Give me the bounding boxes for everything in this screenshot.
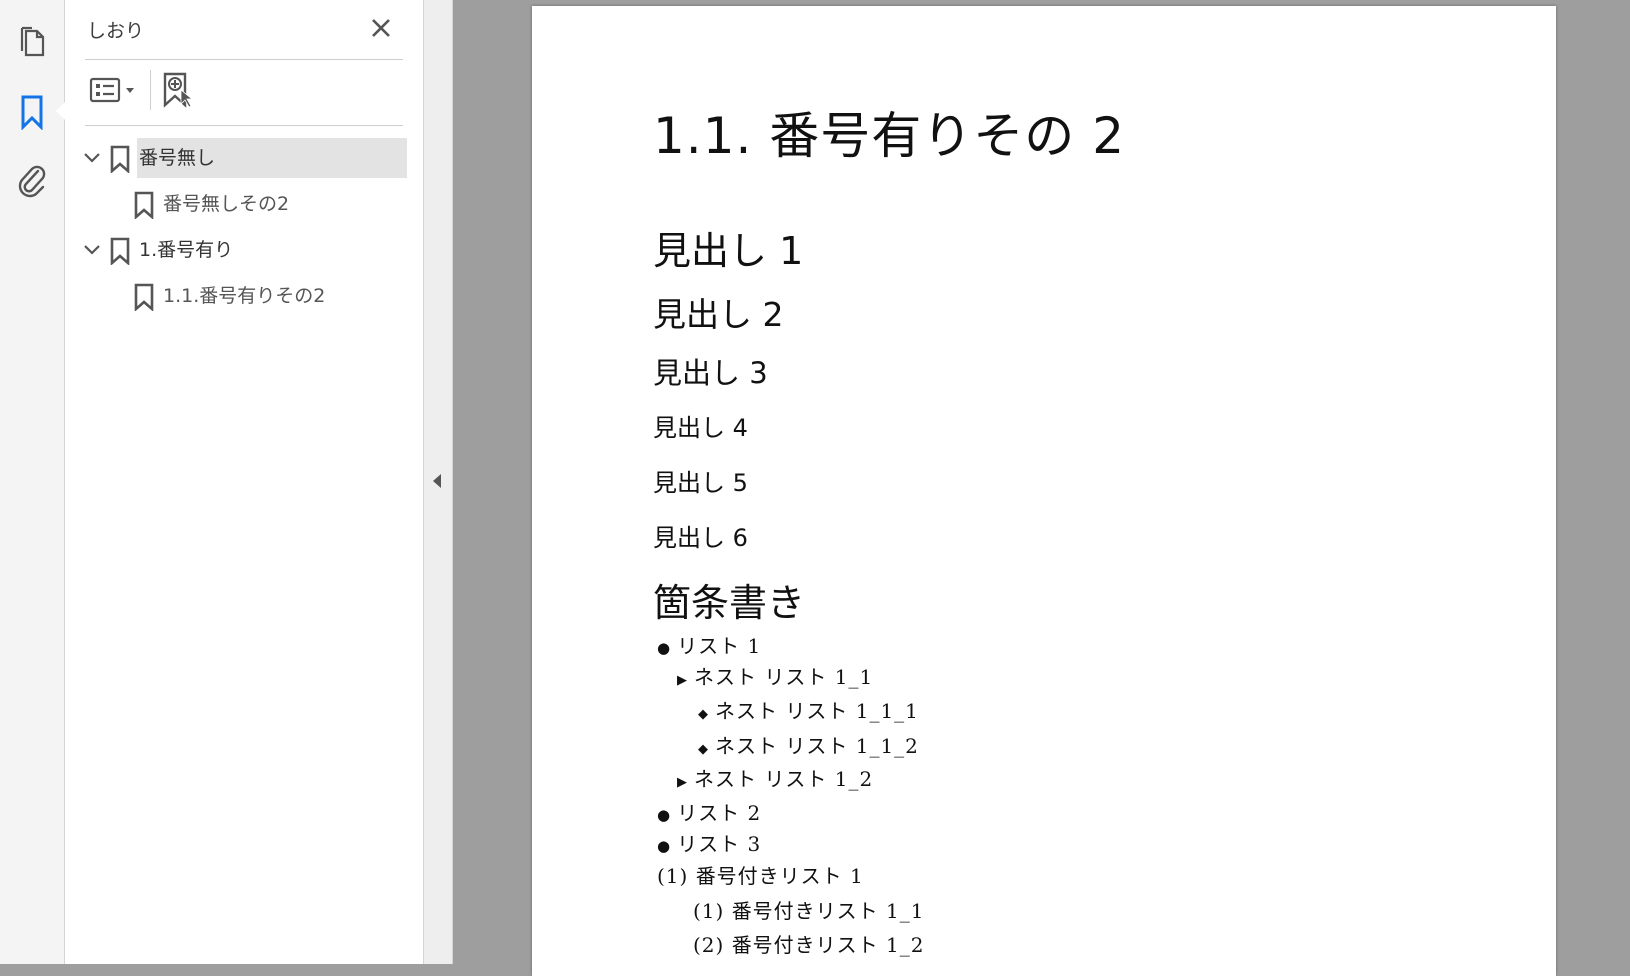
chevron-down-icon[interactable] [80, 146, 104, 170]
list-item: ◆ ネスト リスト 1_1_2 [698, 734, 919, 758]
panel-splitter[interactable] [424, 0, 453, 964]
heading-4: 見出し 4 [653, 414, 748, 442]
list-options-icon [89, 77, 134, 103]
new-bookmark-icon [163, 72, 194, 108]
bookmark-icon [108, 144, 132, 174]
bullet-marker: ▶ [677, 673, 688, 688]
document-page[interactable]: 1.1. 番号有りその 2 見出し 1 見出し 2 見出し 3 見出し 4 見出… [532, 6, 1556, 976]
heading-2: 見出し 2 [653, 295, 784, 334]
page-thumbnails-button[interactable] [0, 16, 64, 68]
bullet-marker: ◆ [698, 707, 709, 722]
list-heading: 箇条書き [653, 581, 806, 625]
bullet-marker: ◆ [698, 742, 709, 757]
list-item: ▶ ネスト リスト 1_2 [677, 767, 874, 791]
bookmark-item[interactable]: 番号無し [77, 138, 479, 178]
bookmark-item[interactable]: 番号無しその2 [77, 184, 479, 224]
active-tab-pointer [56, 102, 65, 120]
list-item: ▶ ネスト リスト 1_1 [677, 665, 874, 689]
numbered-list-item: (1) 番号付きリスト 1_1 [693, 899, 925, 923]
heading-3: 見出し 3 [653, 356, 768, 390]
paperclip-icon [18, 165, 46, 198]
list-item: ● リスト 1 [657, 634, 762, 658]
collapse-panel-icon[interactable] [433, 474, 441, 488]
bullet-marker: ● [657, 806, 672, 824]
options-menu-button[interactable] [85, 68, 141, 112]
list-item: ◆ ネスト リスト 1_1_1 [698, 699, 919, 723]
close-panel-button[interactable] [365, 12, 397, 44]
bookmark-label: 1.番号有り [139, 239, 234, 261]
numbered-list-item: (1) 番号付きリスト 1 [657, 864, 864, 888]
chevron-down-icon[interactable] [80, 238, 104, 262]
numbered-list-item: (2) 番号付きリスト 1_2 [693, 933, 925, 957]
heading-1: 見出し 1 [653, 229, 804, 273]
heading-5: 見出し 5 [653, 469, 748, 497]
bullet-marker: ▶ [677, 775, 688, 790]
bookmark-item[interactable]: 1.番号有り [77, 230, 479, 270]
attachments-button[interactable] [0, 154, 64, 206]
bullet-marker: ● [657, 837, 672, 855]
bookmarks-panel: しおり 番号無し 番号無しその2 1.番号有り 1.1.番号有りその2 [65, 0, 424, 964]
bookmark-label: 1.1.番号有りその2 [163, 285, 326, 307]
bookmark-label: 番号無し [137, 138, 407, 178]
new-bookmark-button[interactable] [157, 68, 197, 112]
bookmarks-button[interactable] [0, 86, 64, 138]
bookmark-label: 番号無しその2 [163, 193, 290, 215]
page-thumbnails-icon [20, 26, 45, 57]
close-icon [372, 19, 390, 37]
bookmark-icon [132, 282, 156, 312]
left-icon-rail [0, 0, 65, 964]
panel-title: しおり [87, 20, 145, 42]
bookmark-icon [108, 236, 132, 266]
bookmark-icon [21, 95, 43, 130]
bookmark-item[interactable]: 1.1.番号有りその2 [77, 276, 479, 316]
toolbar-separator [150, 70, 151, 110]
divider [85, 59, 403, 60]
page-heading: 1.1. 番号有りその 2 [653, 107, 1126, 165]
divider [85, 125, 403, 126]
heading-6: 見出し 6 [653, 524, 748, 552]
list-item: ● リスト 2 [657, 801, 762, 825]
bullet-marker: ● [657, 639, 672, 657]
list-item: ● リスト 3 [657, 832, 762, 856]
bookmark-icon [132, 190, 156, 220]
